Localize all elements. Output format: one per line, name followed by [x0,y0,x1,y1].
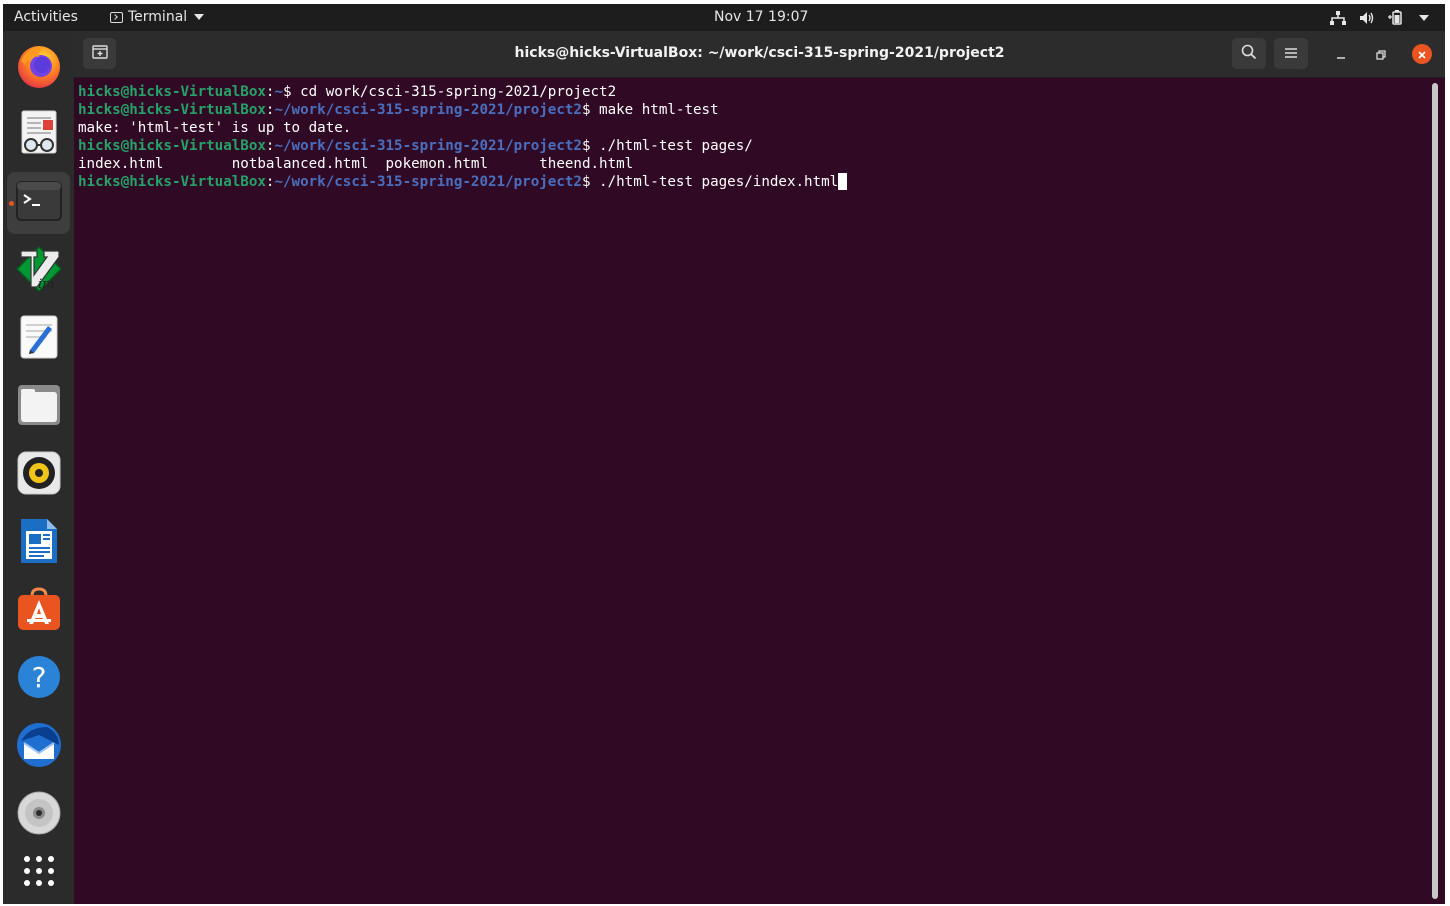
activities-button[interactable]: Activities [14,9,78,25]
dock-vim[interactable]: im [7,240,70,302]
app-menu[interactable]: Terminal [110,9,205,25]
dock-document-viewer[interactable] [7,104,70,166]
help-icon: ? [16,654,62,704]
prompt-line: hicks@hicks-VirtualBox:~/work/csci-315-s… [78,173,1428,191]
chevron-down-icon [194,14,205,20]
command-text: $ make html-test [581,102,719,118]
prompt-path: ~ [274,84,284,100]
libreoffice-writer-icon [19,517,59,569]
output-line: make: 'html-test' is up to date. [78,120,352,136]
dock-firefox[interactable] [7,36,70,98]
prompt-user-host: hicks@hicks-VirtualBox [78,84,266,100]
scrollbar[interactable] [1432,83,1438,899]
document-viewer-icon [18,109,60,161]
new-tab-icon [91,44,108,63]
maximize-button[interactable] [1371,44,1391,64]
prompt-user-host: hicks@hicks-VirtualBox [78,174,266,190]
search-icon [1241,44,1257,64]
dock-thunderbird[interactable] [7,716,70,778]
app-menu-label: Terminal [128,9,188,25]
clock[interactable]: Nov 17 19:07 [714,9,808,25]
svg-text:im: im [38,277,55,292]
prompt-path: ~/work/csci-315-spring-2021/project2 [274,174,582,190]
restore-icon [1376,45,1386,64]
search-button[interactable] [1232,38,1266,69]
terminal-icon [15,181,62,225]
dvd-icon [16,790,62,840]
volume-icon [1359,11,1375,25]
vim-icon: im [15,245,63,297]
battery-icon [1388,10,1404,25]
prompt-line: hicks@hicks-VirtualBox:~$ cd work/csci-3… [78,83,1428,101]
output-line: index.html notbalanced.html pokemon.html… [78,156,634,172]
text-editor-icon [18,314,60,364]
system-tray[interactable] [1330,10,1429,25]
show-apps-icon [22,854,56,892]
thunderbird-icon [15,721,63,773]
dock-rhythmbox[interactable] [7,444,70,506]
dock-show-applications[interactable] [7,842,70,904]
top-bar: Activities Terminal Nov 17 19:07 [3,4,1445,31]
close-icon [1417,45,1427,64]
prompt-path: ~/work/csci-315-spring-2021/project2 [274,102,582,118]
terminal-output[interactable]: hicks@hicks-VirtualBox:~$ cd work/csci-3… [78,83,1428,898]
dock-help[interactable]: ? [7,648,70,710]
minimize-icon [1336,45,1346,64]
files-icon [16,383,62,431]
prompt-line: hicks@hicks-VirtualBox:~/work/csci-315-s… [78,101,1428,119]
dock-dvd[interactable] [7,784,70,846]
menu-button[interactable] [1274,38,1308,69]
svg-text:?: ? [31,661,46,694]
command-text: $ ./html-test pages/ [581,138,753,154]
firefox-icon [15,41,63,93]
header-bar: hicks@hicks-VirtualBox: ~/work/csci-315-… [74,31,1445,78]
hamburger-icon [1284,44,1298,63]
prompt-user-host: hicks@hicks-VirtualBox [78,138,266,154]
new-tab-button[interactable] [83,38,116,69]
close-button[interactable] [1412,44,1432,64]
software-center-icon [16,586,62,636]
terminal-small-icon [110,11,123,23]
command-text: $ ./html-test pages/index.html [581,174,839,190]
dock-files[interactable] [7,376,70,438]
dock: im ? [3,31,74,904]
dock-software-center[interactable] [7,580,70,642]
network-icon [1330,10,1346,25]
prompt-path: ~/work/csci-315-spring-2021/project2 [274,138,582,154]
prompt-user-host: hicks@hicks-VirtualBox [78,102,266,118]
text-cursor [838,173,848,190]
prompt-line: hicks@hicks-VirtualBox:~/work/csci-315-s… [78,137,1428,155]
rhythmbox-icon [16,450,62,500]
dock-libreoffice-writer[interactable] [7,512,70,574]
dock-text-editor[interactable] [7,308,70,370]
running-indicator [9,201,14,206]
minimize-button[interactable] [1331,44,1351,64]
system-menu-chevron-icon [1419,14,1429,21]
desktop: Activities Terminal Nov 17 19:07 im ? hi… [3,4,1445,904]
dock-terminal[interactable] [7,172,70,234]
command-text: $ cd work/csci-315-spring-2021/project2 [283,84,617,100]
terminal-window: hicks@hicks-VirtualBox: ~/work/csci-315-… [74,31,1445,904]
